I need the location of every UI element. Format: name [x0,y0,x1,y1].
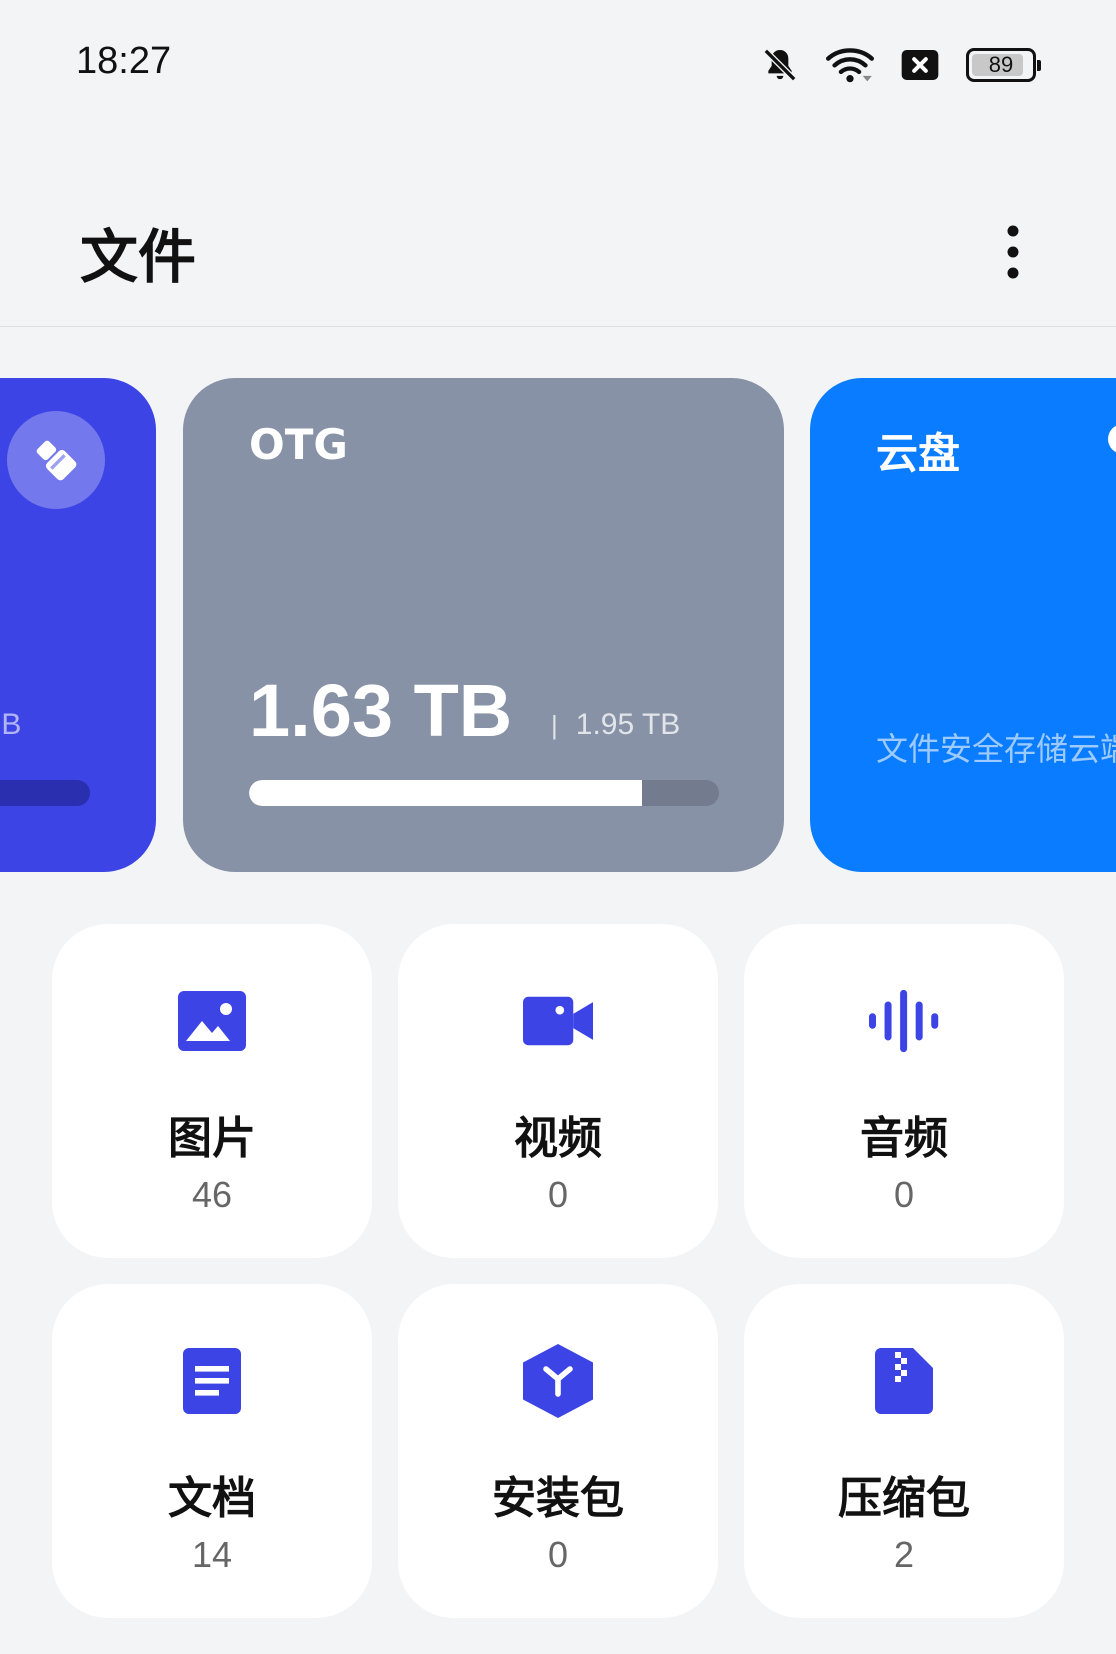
audio-wave-icon [869,986,939,1056]
video-icon [523,986,593,1056]
category-count: 0 [547,1534,569,1575]
package-icon [523,1344,593,1418]
otg-title: OTG [249,420,348,469]
category-label: 图片 [168,1113,256,1164]
zip-file-icon [869,1346,939,1416]
cleanup-button[interactable] [7,411,105,509]
bell-off-icon [760,45,800,85]
category-archives[interactable]: 压缩包 2 [744,1284,1064,1618]
category-documents[interactable]: 文档 14 [52,1284,372,1618]
category-count: 46 [191,1174,233,1215]
internal-storage-bar [0,780,90,806]
battery-level: 89 [988,52,1014,77]
status-time: 18:27 [76,40,172,82]
cloud-title: 云盘 [876,429,961,478]
page-title: 文件 [80,223,197,291]
battery-icon: 89 [966,48,1041,82]
otg-used-size: 1.63 TB [249,669,513,752]
otg-usage-bar [249,780,719,806]
otg-separator: | [551,710,558,740]
category-images[interactable]: 图片 46 [52,924,372,1258]
image-icon [177,986,247,1056]
category-audio[interactable]: 音频 0 [744,924,1064,1258]
category-packages[interactable]: 安装包 0 [398,1284,718,1618]
otg-total-size: 1.95 TB [575,708,681,741]
category-label: 安装包 [492,1473,624,1524]
wifi-icon [826,45,874,85]
cloud-indicator-dot [1108,424,1116,454]
category-count: 0 [547,1174,569,1215]
app-header: 文件 [0,180,1116,327]
category-label: 音频 [860,1113,948,1164]
storage-carousel[interactable]: GB OTG 1.63 TB | 1.95 TB 云盘 文件安全存储云端 [0,378,1116,872]
document-icon [177,1346,247,1416]
status-bar: 18:27 89 [0,0,1116,130]
otg-total: | 1.95 TB [551,708,680,742]
otg-usage-fill [249,780,642,806]
category-label: 视频 [514,1113,602,1164]
cloud-drive-card[interactable]: 云盘 文件安全存储云端 [810,378,1116,872]
internal-storage-size: GB [0,708,22,741]
category-label: 压缩包 [838,1473,970,1524]
no-sim-icon [900,48,940,82]
more-options-button[interactable] [990,210,1036,294]
cloud-description: 文件安全存储云端 [876,730,1116,768]
category-count: 0 [893,1174,915,1215]
category-label: 文档 [168,1473,256,1524]
category-count: 14 [191,1534,233,1575]
more-vertical-icon [1007,225,1019,279]
status-icons: 89 [760,44,1041,86]
broom-icon [36,440,77,481]
otg-storage-card[interactable]: OTG 1.63 TB | 1.95 TB [183,378,784,872]
internal-storage-card[interactable]: GB [0,378,156,872]
category-videos[interactable]: 视频 0 [398,924,718,1258]
category-count: 2 [893,1534,915,1575]
